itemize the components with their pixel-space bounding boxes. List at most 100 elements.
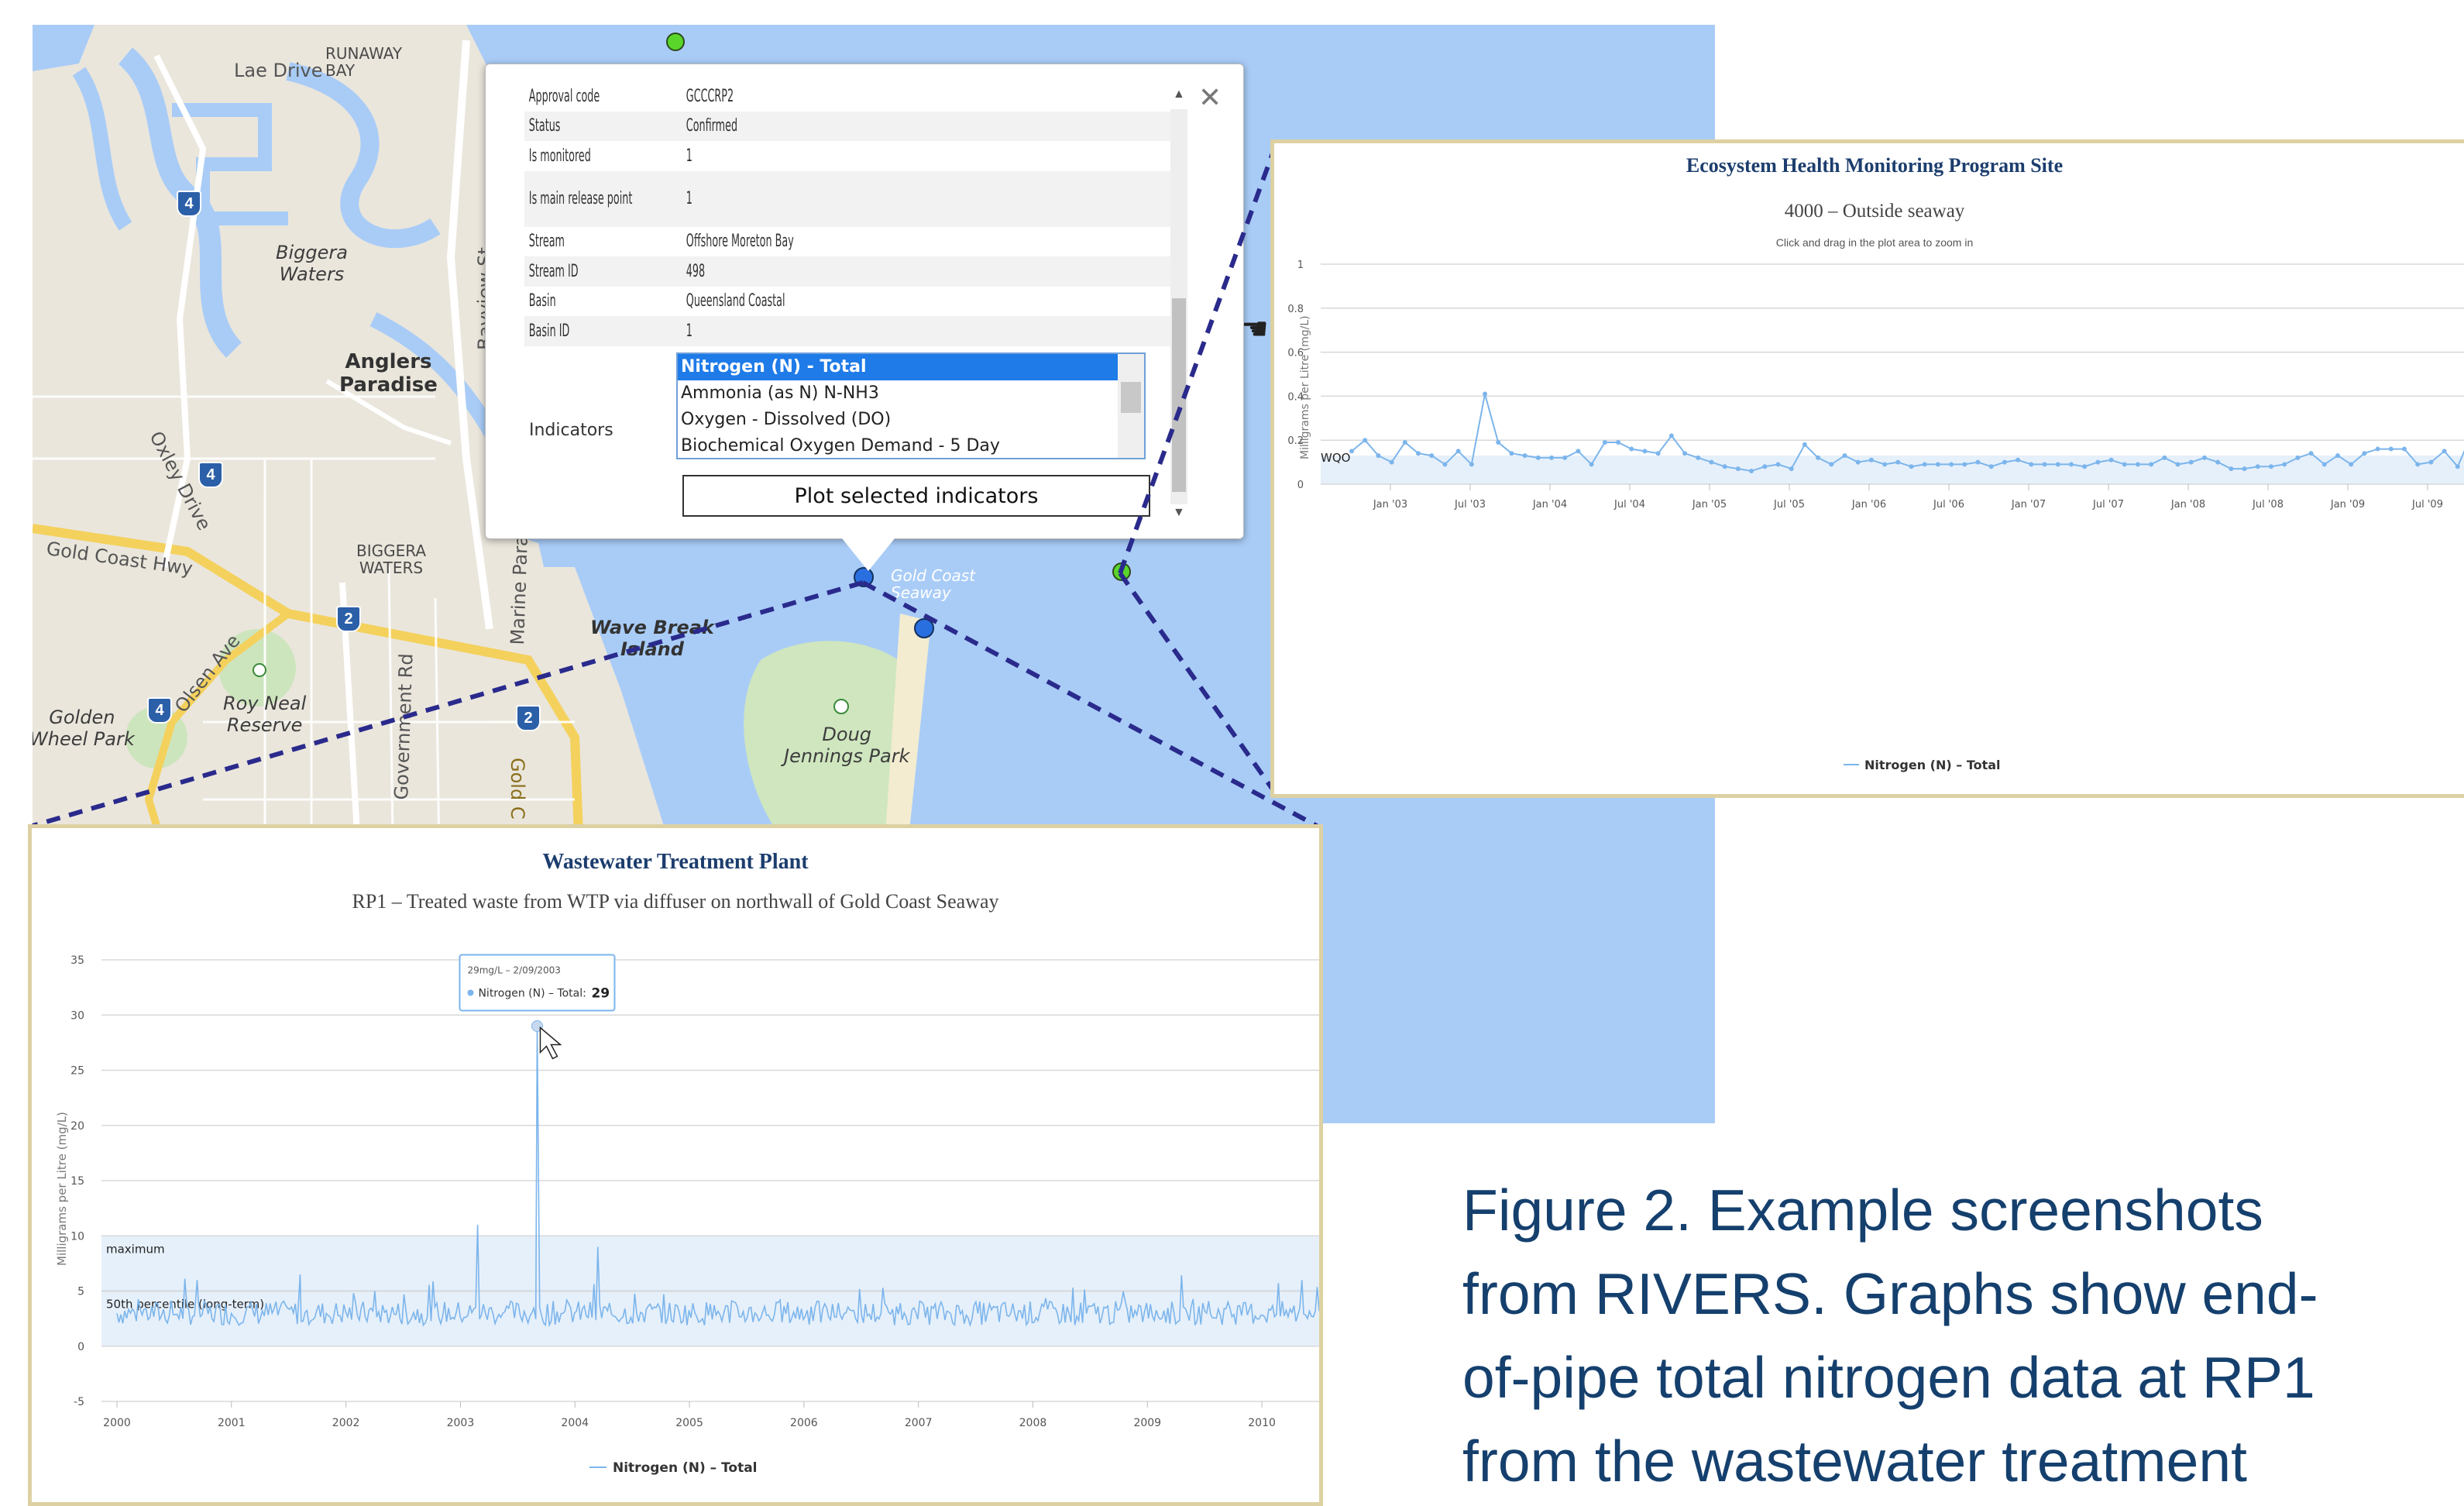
- data-point: [2029, 462, 2034, 467]
- attr-key: Is main release point: [524, 170, 682, 227]
- site-marker-green-ehmp[interactable]: [1112, 562, 1131, 581]
- indicators-listbox[interactable]: Nitrogen (N) - Total Ammonia (as N) N-NH…: [676, 352, 1146, 459]
- data-point: [1455, 449, 1461, 454]
- listbox-scroll-thumb[interactable]: [1121, 382, 1141, 413]
- site-marker-green[interactable]: [666, 33, 685, 51]
- tooltip-value: 29: [591, 986, 610, 1002]
- data-point: [1868, 457, 1874, 462]
- table-row: Approval code GCCCRP2: [524, 81, 1180, 112]
- data-point: [1655, 451, 1661, 456]
- y-tick-label: 25: [70, 1065, 84, 1078]
- data-point: [1709, 459, 1714, 465]
- indicator-option[interactable]: Oxygen - Dissolved (DO): [678, 407, 1144, 433]
- data-point: [1562, 455, 1568, 460]
- data-point: [2162, 455, 2167, 460]
- indicator-option[interactable]: Biochemical Oxygen Demand - 5 Day: [678, 433, 1144, 458]
- ehmp-chart[interactable]: WQO00.20.40.60.81Milligrams per Litre (m…: [1274, 143, 2464, 794]
- site-marker-blue[interactable]: [914, 618, 934, 638]
- hand-cursor-icon: ☚: [1241, 312, 1269, 346]
- plot-selected-indicators-button[interactable]: Plot selected indicators: [682, 475, 1150, 517]
- caption-line: Figure 2. Example screenshots: [1462, 1178, 2263, 1243]
- data-point: [1469, 462, 1474, 467]
- map-label-gold-c: Gold C: [507, 758, 528, 820]
- park-pin-icon: [833, 699, 849, 714]
- data-point: [1642, 449, 1648, 454]
- data-point: [1496, 440, 1501, 445]
- data-point: [1949, 462, 1954, 467]
- map-label-biggera-waters-caps: BIGGERA WATERS: [356, 542, 427, 577]
- x-tick-label: 2007: [905, 1417, 933, 1429]
- data-point: [2282, 462, 2287, 467]
- wwtp-chart[interactable]: maximum 50th percentile (long-term) -5 0 5 10…: [32, 828, 1319, 1502]
- data-point: [2149, 462, 2154, 467]
- data-point: [1975, 459, 1981, 465]
- data-point: [1722, 464, 1727, 469]
- attr-value: Queensland Coastal: [686, 291, 785, 311]
- y-tick-label: 1: [1297, 260, 1304, 271]
- x-tick-label: 2003: [447, 1417, 475, 1429]
- data-point: [1816, 455, 1821, 460]
- x-tick-label: Jul '03: [1454, 499, 1486, 511]
- figure-caption: Figure 2. Example screenshots from RIVER…: [1462, 1168, 2392, 1503]
- popup-scrollbar[interactable]: ▲ ▼: [1170, 88, 1187, 521]
- ehmp-chart-panel: Ecosystem Health Monitoring Program Site…: [1270, 139, 2464, 798]
- attr-value: 1: [682, 170, 1180, 227]
- data-point: [2428, 459, 2434, 465]
- x-tick-label: 2000: [103, 1417, 131, 1429]
- x-tick-label: 2008: [1019, 1417, 1047, 1429]
- route-shield: 4: [147, 697, 172, 724]
- scroll-up-icon[interactable]: ▲: [1173, 88, 1185, 101]
- attr-value: Confirmed: [682, 111, 1180, 141]
- x-tick-label: Jan '09: [2330, 499, 2365, 511]
- map-label-biggera-waters: Biggera Waters: [276, 242, 348, 285]
- x-tick-label: Jan '08: [2170, 499, 2205, 511]
- table-row: Is main release point 1: [524, 170, 1180, 227]
- x-tick-label: Jan '07: [2011, 499, 2046, 511]
- data-point: [2215, 459, 2221, 465]
- indicator-option[interactable]: Ammonia (as N) N-NH3: [678, 380, 1144, 407]
- attr-key: Basin ID: [524, 316, 682, 346]
- route-shield: 2: [516, 705, 541, 731]
- listbox-scrollbar[interactable]: [1118, 354, 1144, 458]
- data-point: [2201, 455, 2207, 460]
- x-tick-label: 2006: [790, 1417, 818, 1429]
- map-label-anglers-paradise: Anglers Paradise: [339, 350, 438, 397]
- attr-key: Stream: [528, 232, 565, 252]
- y-tick-label: 5: [77, 1286, 84, 1298]
- x-tick-label: Jan '04: [1532, 499, 1567, 511]
- data-point: [1549, 455, 1555, 460]
- data-point: [2255, 464, 2260, 469]
- data-point: [2401, 446, 2407, 452]
- mouse-pointer-icon: [539, 1026, 562, 1060]
- attr-value: 1: [686, 146, 692, 166]
- data-point: [1668, 433, 1674, 438]
- legend-label: Nitrogen (N) – Total: [613, 1460, 758, 1476]
- data-point: [1402, 440, 1407, 445]
- close-icon[interactable]: ✕: [1198, 81, 1222, 114]
- data-point: [1363, 438, 1368, 443]
- x-tick-label: Jan '05: [1692, 499, 1727, 511]
- site-attributes-table: Approval code GCCCRP2 Status Confirmed Is …: [524, 81, 1180, 346]
- map-label-golden-wheel-park: Golden Wheel Park: [33, 707, 135, 750]
- x-tick-label: Jul '06: [1933, 499, 1964, 511]
- legend-label: Nitrogen (N) – Total: [1864, 758, 2001, 772]
- data-point: [2349, 462, 2354, 467]
- map-label-roy-neal-reserve: Roy Neal Reserve: [223, 693, 307, 736]
- site-info-popup: Approval code GCCCRP2 Status Confirmed Is …: [485, 64, 1244, 571]
- data-point: [2122, 462, 2127, 467]
- map-label-lae-drive: Lae Drive: [234, 60, 323, 81]
- indicator-option[interactable]: Nitrogen (N) - Total: [678, 354, 1144, 380]
- x-tick-label: 2005: [675, 1417, 703, 1429]
- scroll-down-icon[interactable]: ▼: [1173, 506, 1185, 520]
- tooltip-swatch: [467, 989, 474, 996]
- data-point: [2375, 446, 2380, 452]
- data-point: [2068, 462, 2074, 467]
- data-point: [2229, 466, 2234, 472]
- data-point: [1376, 453, 1381, 459]
- x-tick-label: 2002: [332, 1417, 360, 1429]
- y-axis-label: Milligrams per Litre (mg/L): [55, 1112, 69, 1266]
- scroll-thumb[interactable]: [1172, 298, 1186, 492]
- y-tick-label: 15: [70, 1175, 84, 1188]
- data-point: [1962, 462, 1967, 467]
- data-point: [1882, 462, 1888, 467]
